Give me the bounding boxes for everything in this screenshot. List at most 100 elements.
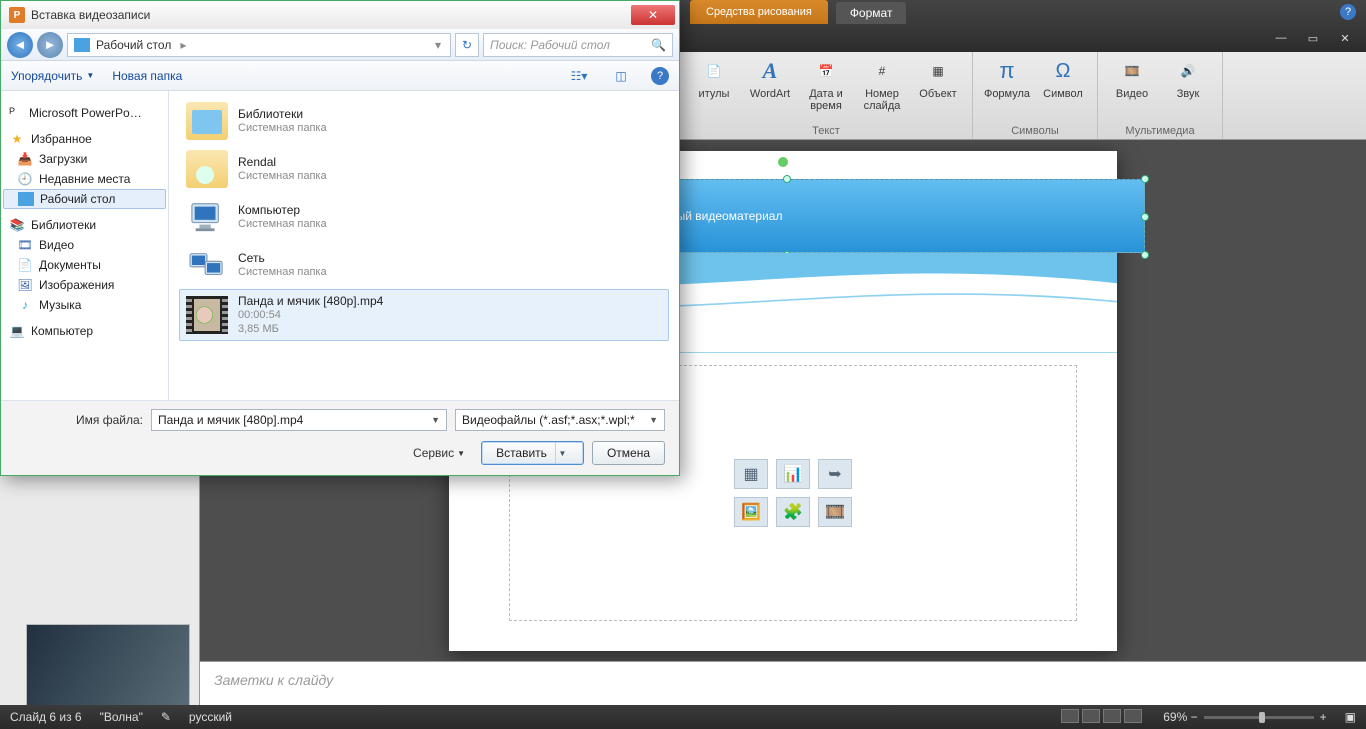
ribbon-group-symbols: πФормула ΩСимвол Символы [973, 52, 1098, 139]
cancel-button[interactable]: Отмена [592, 441, 665, 465]
breadcrumb[interactable]: Рабочий стол ▸ ▾ [67, 33, 451, 57]
symbol-icon: Ω [1048, 56, 1078, 86]
audio-icon: 🔊 [1173, 56, 1203, 86]
desktop-icon [74, 38, 90, 52]
titles-icon: 📄 [699, 56, 729, 86]
tab-format[interactable]: Формат [836, 2, 907, 24]
list-item[interactable]: БиблиотекиСистемная папка [179, 97, 669, 145]
file-list[interactable]: БиблиотекиСистемная папка RendalСистемна… [169, 91, 679, 400]
filename-label: Имя файла: [15, 413, 143, 427]
tree-images[interactable]: 🖼Изображения [3, 275, 166, 295]
list-item[interactable]: КомпьютерСистемная папка [179, 193, 669, 241]
tree-music[interactable]: ♪Музыка [3, 295, 166, 315]
filetype-filter[interactable]: Видеофайлы (*.asf;*.asx;*.wpl;*▼ [455, 409, 665, 431]
powerpoint-icon: P [9, 7, 25, 23]
new-folder-button[interactable]: Новая папка [112, 69, 182, 83]
placeholder-icons: ▦ 📊 ➥ 🖼️ 🧩 🎞️ [734, 459, 852, 527]
dialog-help-icon[interactable]: ? [651, 67, 669, 85]
tree-downloads[interactable]: 📥Загрузки [3, 149, 166, 169]
dialog-title: Вставка видеозаписи [31, 8, 150, 22]
equation-icon: π [992, 56, 1022, 86]
list-item[interactable]: Панда и мячик [480p].mp4 00:00:54 3,85 М… [179, 289, 669, 341]
insert-audio-button[interactable]: 🔊Звук [1164, 56, 1212, 100]
dialog-nav-bar: ◄ ► Рабочий стол ▸ ▾ ↻ Поиск: Рабочий ст… [1, 29, 679, 61]
insert-video-dialog: P Вставка видеозаписи ✕ ◄ ► Рабочий стол… [0, 0, 680, 476]
dialog-body: PMicrosoft PowerPo… ★Избранное 📥Загрузки… [1, 91, 679, 400]
tools-menu[interactable]: Сервис▼ [413, 446, 465, 460]
close-icon[interactable]: ✕ [1330, 29, 1360, 47]
nav-back-button[interactable]: ◄ [7, 32, 33, 58]
preview-pane-button[interactable]: ◫ [609, 66, 633, 86]
search-placeholder: Поиск: Рабочий стол [490, 38, 610, 52]
dialog-close-button[interactable]: ✕ [631, 5, 675, 25]
ribbon-group-label: Мультимедиа [1125, 123, 1194, 137]
tree-desktop[interactable]: .Рабочий стол [3, 189, 166, 209]
status-bar: Слайд 6 из 6 "Волна" ✎ русский 69% −+ ▣ [0, 705, 1366, 729]
slidenumber-button[interactable]: #Номер слайда [858, 56, 906, 112]
equation-button[interactable]: πФормула [983, 56, 1031, 100]
insert-table-icon[interactable]: ▦ [734, 459, 768, 489]
zoom-slider[interactable]: 69% −+ [1163, 710, 1326, 724]
refresh-button[interactable]: ↻ [455, 33, 479, 57]
organize-menu[interactable]: Упорядочить▼ [11, 69, 94, 83]
list-item[interactable]: СетьСистемная папка [179, 241, 669, 289]
dialog-titlebar[interactable]: P Вставка видеозаписи ✕ [1, 1, 679, 29]
tree-recent[interactable]: 🕘Недавние места [3, 169, 166, 189]
wordart-icon: A [755, 56, 785, 86]
insert-smartart-icon[interactable]: ➥ [818, 459, 852, 489]
view-buttons[interactable] [1061, 709, 1145, 726]
status-language[interactable]: русский [189, 710, 232, 724]
titles-button[interactable]: 📄итулы [690, 56, 738, 100]
datetime-icon: 📅 [811, 56, 841, 86]
filename-input[interactable]: Панда и мячик [480p].mp4▼ [151, 409, 447, 431]
maximize-icon[interactable]: ▭ [1298, 29, 1328, 47]
minimize-icon[interactable]: — [1266, 29, 1296, 47]
status-slide-index: Слайд 6 из 6 [10, 710, 82, 724]
rotate-handle-icon[interactable] [778, 157, 788, 167]
list-item[interactable]: RendalСистемная папка [179, 145, 669, 193]
spellcheck-icon[interactable]: ✎ [161, 710, 171, 724]
chevron-down-icon[interactable]: ▾ [432, 38, 444, 52]
view-mode-button[interactable]: ☷▾ [567, 66, 591, 86]
tree-videos[interactable]: 🎞Видео [3, 235, 166, 255]
status-theme: "Волна" [100, 710, 143, 724]
insert-chart-icon[interactable]: 📊 [776, 459, 810, 489]
dialog-toolbar: Упорядочить▼ Новая папка ☷▾ ◫ ? [1, 61, 679, 91]
ribbon-help-icon[interactable]: ? [1340, 4, 1356, 20]
symbol-button[interactable]: ΩСимвол [1039, 56, 1087, 100]
object-button[interactable]: ▦Объект [914, 56, 962, 100]
network-icon [186, 246, 228, 284]
tree-favorites[interactable]: ★Избранное [3, 129, 166, 149]
chevron-down-icon: ▼ [649, 415, 658, 425]
datetime-button[interactable]: 📅Дата и время [802, 56, 850, 112]
insert-button[interactable]: Вставить▼ [481, 441, 584, 465]
insert-split-icon: ▼ [555, 442, 569, 464]
ribbon-group-label: Символы [1011, 123, 1059, 137]
search-input[interactable]: Поиск: Рабочий стол 🔍 [483, 33, 673, 57]
video-file-icon [186, 296, 228, 334]
computer-icon [186, 198, 228, 236]
notes-pane[interactable]: Заметки к слайду [200, 661, 1366, 705]
insert-picture-icon[interactable]: 🖼️ [734, 497, 768, 527]
slide-thumb-5[interactable] [8, 624, 191, 705]
insert-clipart-icon[interactable]: 🧩 [776, 497, 810, 527]
folder-tree[interactable]: PMicrosoft PowerPo… ★Избранное 📥Загрузки… [1, 91, 169, 400]
insert-video-button[interactable]: 🎞️Видео [1108, 56, 1156, 100]
tree-computer[interactable]: 💻Компьютер [3, 321, 166, 341]
fit-to-window-icon[interactable]: ▣ [1345, 710, 1356, 724]
tree-documents[interactable]: 📄Документы [3, 255, 166, 275]
slidenum-icon: # [867, 56, 897, 86]
wordart-button[interactable]: AWordArt [746, 56, 794, 100]
ribbon-group-text: 📄итулы AWordArt 📅Дата и время #Номер сла… [680, 52, 973, 139]
tree-powerpoint[interactable]: PMicrosoft PowerPo… [3, 103, 166, 123]
insert-media-icon[interactable]: 🎞️ [818, 497, 852, 527]
nav-forward-button[interactable]: ► [37, 32, 63, 58]
video-icon: 🎞️ [1117, 56, 1147, 86]
tree-libraries[interactable]: 📚Библиотеки [3, 215, 166, 235]
dialog-footer: Имя файла: Панда и мячик [480p].mp4▼ Вид… [1, 400, 679, 475]
search-icon: 🔍 [651, 38, 666, 52]
contextual-tab-group: Средства рисования [690, 0, 828, 24]
ribbon-group-label: Текст [812, 123, 840, 137]
chevron-down-icon: ▼ [431, 415, 440, 425]
chevron-right-icon[interactable]: ▸ [177, 38, 189, 52]
